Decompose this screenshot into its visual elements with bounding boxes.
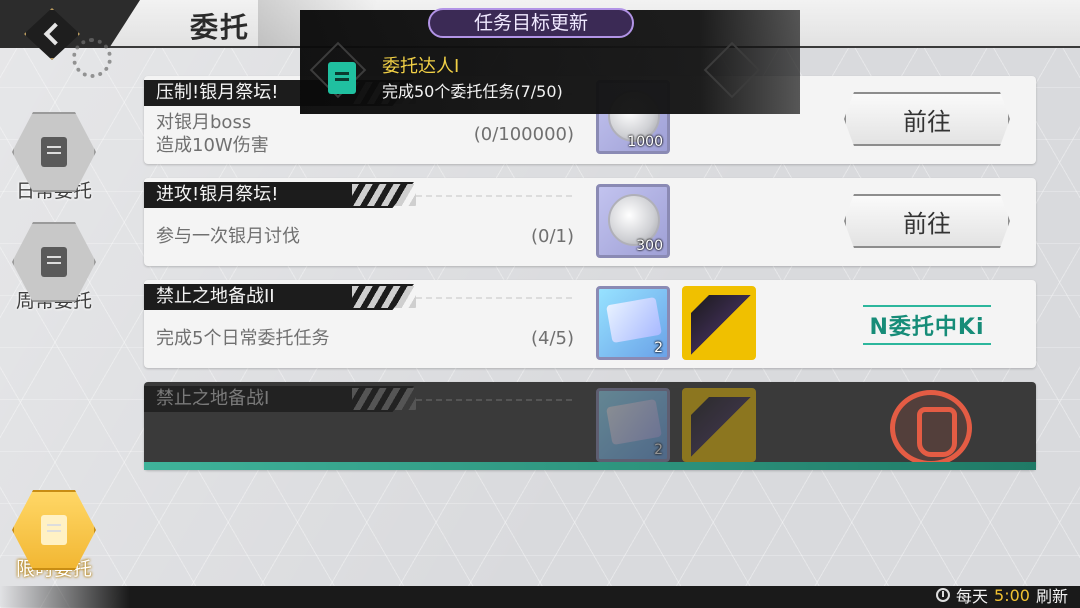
task-progress: (0/100000) bbox=[473, 124, 574, 145]
footer-bar: 每天 5:00 刷新 bbox=[0, 586, 1080, 608]
tab-daily-commission[interactable]: 日常委托 bbox=[8, 112, 100, 208]
refresh-suffix: 刷新 bbox=[1035, 587, 1068, 606]
notification-tab: 任务目标更新 bbox=[428, 8, 634, 38]
dashed-divider bbox=[416, 195, 572, 197]
reward-map-item[interactable]: 2 bbox=[596, 286, 670, 360]
task-name: 进攻!银月祭坛! bbox=[156, 184, 279, 205]
task-description: 完成5个日常委托任务 bbox=[156, 328, 330, 349]
stripe-decoration bbox=[352, 184, 416, 206]
page-title: 委托 bbox=[190, 11, 251, 44]
back-arrow-icon bbox=[43, 22, 67, 46]
task-description: 造成10W伤害 bbox=[156, 135, 269, 156]
commission-document-icon bbox=[41, 137, 67, 167]
go-button[interactable]: 前往 bbox=[844, 194, 1010, 248]
dashed-divider bbox=[416, 297, 572, 299]
reward-portrait-fragment[interactable] bbox=[682, 286, 756, 360]
task-description: 对银月boss bbox=[156, 112, 252, 133]
tab-weekly-commission[interactable]: 周常委托 bbox=[8, 222, 100, 318]
notification-desc: 完成50个委托任务(7/50) bbox=[382, 82, 563, 101]
completed-seal-icon bbox=[890, 390, 972, 466]
in-progress-label: N委托中Ki bbox=[863, 305, 991, 345]
commission-document-icon bbox=[41, 515, 67, 545]
reward-quantity: 2 bbox=[654, 442, 663, 458]
reward-map-item: 2 bbox=[596, 388, 670, 462]
task-document-icon bbox=[328, 62, 356, 94]
task-card-completed: 禁止之地备战I 2 bbox=[144, 382, 1036, 470]
reward-portrait-fragment bbox=[682, 388, 756, 462]
task-name: 禁止之地备战I bbox=[156, 388, 270, 409]
dashed-divider bbox=[416, 399, 572, 401]
refresh-info: 每天 5:00 刷新 bbox=[936, 583, 1068, 607]
refresh-prefix: 每天 bbox=[956, 587, 989, 606]
task-description: 参与一次银月讨伐 bbox=[156, 226, 300, 247]
completed-accent-line bbox=[144, 462, 1036, 470]
reward-quantity: 1000 bbox=[627, 134, 663, 150]
reward-quantity: 300 bbox=[636, 238, 663, 254]
portrait-fragment-icon bbox=[691, 397, 751, 457]
tab-limited-commission[interactable]: 限时委托 bbox=[8, 490, 100, 586]
task-progress: (0/1) bbox=[530, 226, 574, 247]
diamond-decoration bbox=[703, 41, 761, 99]
stripe-decoration bbox=[352, 388, 416, 410]
task-name: 压制!银月祭坛! bbox=[156, 82, 279, 103]
map-item-icon bbox=[606, 296, 662, 344]
task-card: 进攻!银月祭坛! 参与一次银月讨伐 (0/1) 300 前往 bbox=[144, 178, 1036, 266]
go-button[interactable]: 前往 bbox=[844, 92, 1010, 146]
reward-quantity: 2 bbox=[654, 340, 663, 356]
portrait-fragment-icon bbox=[691, 295, 751, 355]
task-card: 禁止之地备战II 完成5个日常委托任务 (4/5) 2 N委托中Ki bbox=[144, 280, 1036, 368]
task-progress: (4/5) bbox=[530, 328, 574, 349]
clock-icon bbox=[936, 588, 951, 602]
map-item-icon bbox=[606, 398, 662, 446]
task-name: 禁止之地备战II bbox=[156, 286, 275, 307]
task-update-notification: 任务目标更新 委托达人I 完成50个委托任务(7/50) bbox=[300, 8, 800, 114]
gear-icon bbox=[72, 38, 112, 78]
stripe-decoration bbox=[352, 286, 416, 308]
refresh-time: 5:00 bbox=[994, 585, 1030, 605]
commission-document-icon bbox=[41, 247, 67, 277]
notification-title: 委托达人I bbox=[382, 56, 460, 77]
in-progress-stamp: N委托中Ki bbox=[862, 296, 992, 354]
reward-silver-coin[interactable]: 300 bbox=[596, 184, 670, 258]
